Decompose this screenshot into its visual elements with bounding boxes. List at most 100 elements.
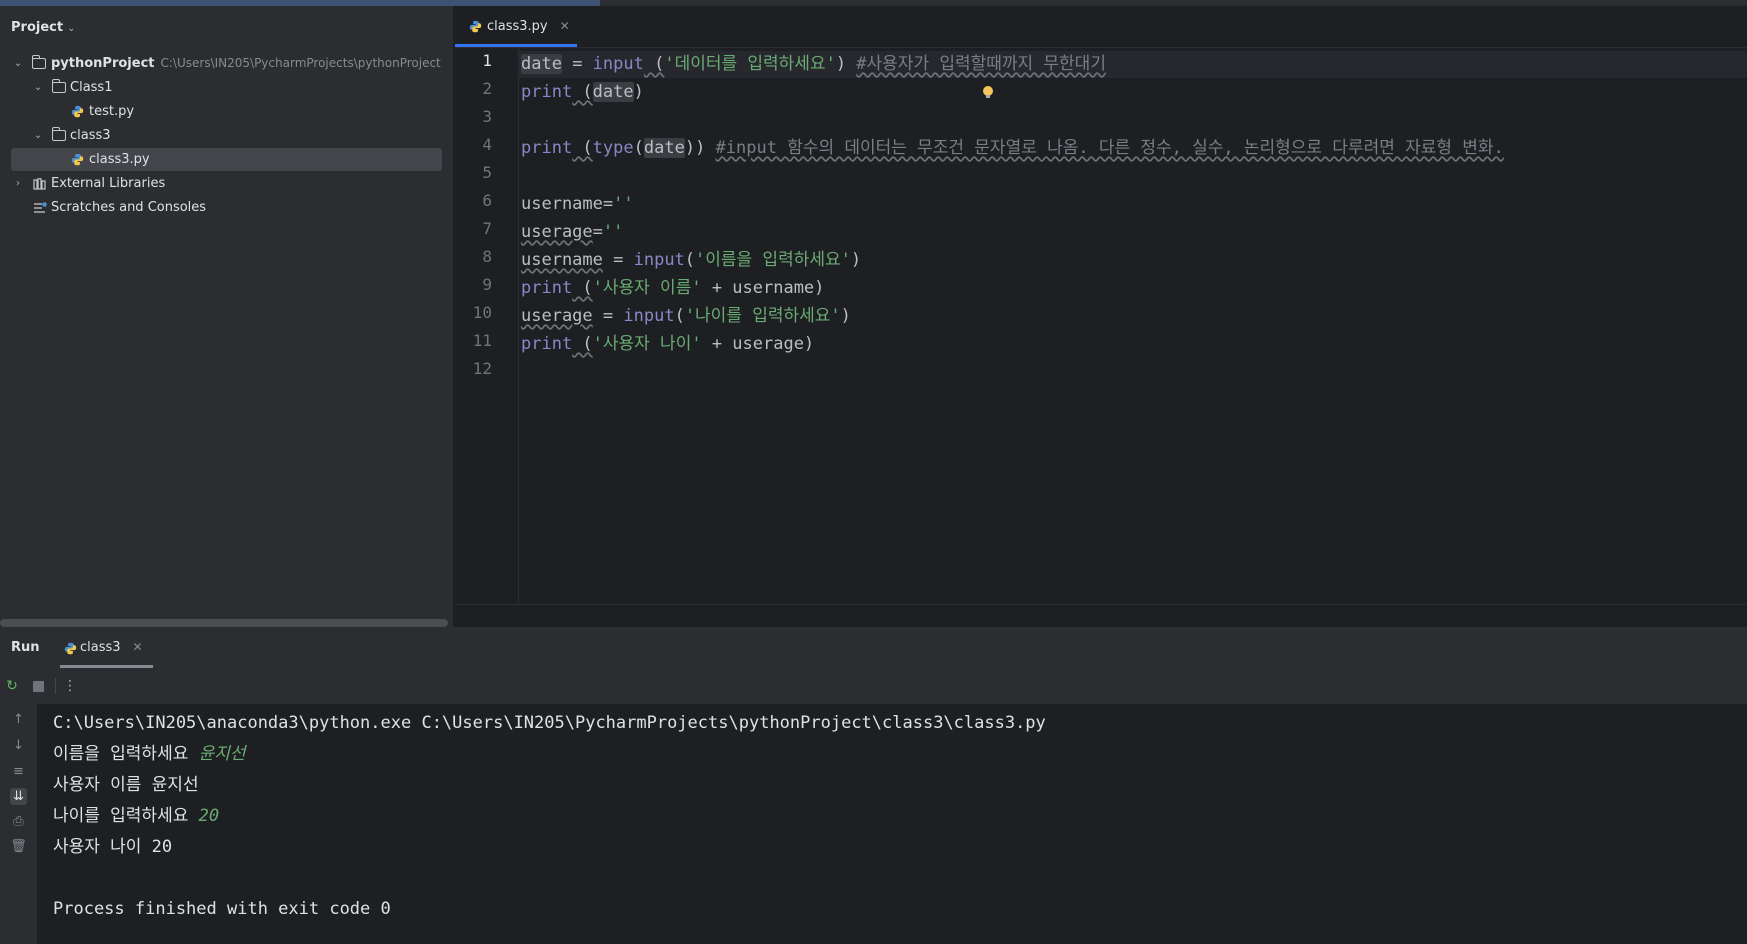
code-token: '이름을 입력하세요' — [695, 250, 851, 270]
code-line-11[interactable]: print ('사용자 나이' + userage) — [521, 332, 814, 356]
code-token: ) — [850, 250, 862, 270]
tree-item-class1[interactable]: ⌄ Class1 — [0, 76, 453, 99]
line-number: 8 — [482, 247, 492, 266]
chevron-right-icon[interactable]: › — [12, 172, 24, 195]
console-user-input: 윤지선 — [198, 744, 246, 764]
folder-icon — [52, 127, 66, 141]
horizontal-scrollbar[interactable] — [0, 619, 448, 627]
code-token: #input 함수의 데이터는 무조건 문자열로 나옴. 다른 정수, 실수, … — [715, 138, 1504, 158]
tree-label: class3 — [70, 128, 111, 143]
code-token: #사용자가 입력할때까지 무한대기 — [856, 54, 1106, 74]
python-file-icon — [71, 105, 84, 118]
chevron-down-icon[interactable]: ⌄ — [67, 23, 75, 34]
line-number: 6 — [482, 191, 492, 210]
trash-icon[interactable]: 🗑 — [10, 838, 27, 855]
line-number: 3 — [482, 107, 492, 126]
print-icon[interactable]: ⎙ — [10, 813, 27, 830]
chevron-down-icon[interactable]: ⌄ — [32, 76, 44, 99]
console-user-input: 20 — [198, 806, 220, 826]
code-token: ( — [684, 250, 696, 270]
line-number: 2 — [482, 79, 492, 98]
active-tab-indicator — [455, 44, 577, 47]
console-line: Process finished with exit code 0 — [53, 899, 391, 919]
scroll-to-end-icon[interactable]: ⇊ — [10, 788, 27, 805]
console-line: 나이를 입력하세요 20 — [53, 801, 1046, 832]
folder-icon — [32, 55, 46, 69]
editor-tab-class3-py[interactable]: class3.py ✕ — [465, 14, 570, 38]
line-number: 1 — [482, 51, 492, 70]
line-number: 9 — [482, 275, 492, 294]
more-options-icon[interactable]: ⋮ — [62, 678, 78, 694]
lightbulb-icon[interactable] — [983, 86, 993, 98]
code-line-7[interactable]: userage='' — [521, 220, 623, 244]
code-token: )) — [684, 138, 716, 158]
run-tab-label: class3 — [80, 640, 121, 655]
code-token: date — [592, 82, 634, 102]
code-token: = — [561, 54, 593, 74]
project-panel-header[interactable]: Project ⌄ — [11, 20, 75, 35]
chevron-down-icon[interactable]: ⌄ — [32, 124, 44, 147]
code-token: input — [633, 250, 685, 270]
code-token: date — [521, 54, 562, 74]
tree-item-scratches[interactable]: Scratches and Consoles — [0, 196, 453, 219]
arrow-down-icon[interactable]: ↓ — [10, 737, 27, 754]
code-token: ( — [572, 82, 593, 102]
editor-run-splitter[interactable] — [455, 604, 1747, 628]
code-line-2[interactable]: print (date) — [521, 80, 644, 104]
chevron-down-icon[interactable]: ⌄ — [12, 52, 24, 75]
close-icon[interactable]: ✕ — [560, 19, 570, 33]
code-token: '데이터를 입력하세요' — [664, 54, 836, 74]
code-token: ) — [840, 306, 851, 326]
console-prompt: 나이를 입력하세요 — [53, 806, 199, 826]
code-token: username — [521, 250, 603, 270]
run-tab-class3[interactable]: class3 ✕ — [62, 640, 143, 655]
project-header-label: Project — [11, 20, 64, 35]
code-token: input — [623, 306, 675, 326]
python-file-icon — [71, 153, 84, 166]
rerun-icon[interactable]: ↻ — [4, 678, 20, 694]
code-line-1[interactable]: date = input ('데이터를 입력하세요') #사용자가 입력할때까지… — [521, 52, 1106, 76]
tree-item-external-libraries[interactable]: › External Libraries — [0, 172, 453, 195]
line-number: 11 — [472, 331, 492, 350]
code-token: ) — [633, 82, 644, 102]
code-token: ) — [835, 54, 857, 74]
code-line-10[interactable]: userage = input('나이를 입력하세요') — [521, 304, 851, 328]
line-number: 7 — [482, 219, 492, 238]
tree-item-class3-py[interactable]: class3.py — [11, 148, 442, 171]
code-token: '사용자 이름' — [592, 278, 702, 298]
line-number-gutter: 1 2 3 4 5 6 7 8 9 10 11 12 — [455, 48, 519, 604]
code-line-4[interactable]: print (type(date)) #input 함수의 데이터는 무조건 문… — [521, 136, 1504, 160]
code-token: date — [643, 138, 685, 158]
tree-label: test.py — [89, 104, 135, 119]
run-panel-title: Run — [11, 640, 40, 655]
code-token: ( — [633, 138, 644, 158]
arrow-up-icon[interactable]: ↑ — [10, 711, 27, 728]
editor-area: class3.py ✕ 1 2 3 4 5 6 7 8 9 10 11 12 da… — [455, 6, 1747, 604]
soft-wrap-icon[interactable]: ≡ — [10, 763, 27, 780]
code-token: print — [521, 82, 573, 102]
console-output[interactable]: C:\Users\IN205\anaconda3\python.exe C:\U… — [53, 708, 1046, 925]
code-line-6[interactable]: username='' — [521, 192, 634, 216]
toolbar-separator — [55, 678, 56, 694]
code-token: = — [602, 194, 614, 214]
tree-item-pythonproject[interactable]: ⌄ pythonProject C:\Users\IN205\PycharmPro… — [0, 52, 453, 75]
tree-item-class3[interactable]: ⌄ class3 — [0, 124, 453, 147]
code-token: '' — [613, 194, 634, 214]
folder-icon — [52, 79, 66, 93]
console-line: C:\Users\IN205\anaconda3\python.exe C:\U… — [53, 713, 1046, 733]
tree-label: Class1 — [70, 80, 113, 95]
code-line-8[interactable]: username = input('이름을 입력하세요') — [521, 248, 861, 272]
code-token: username — [521, 194, 603, 214]
code-line-9[interactable]: print ('사용자 이름' + username) — [521, 276, 824, 300]
stop-icon[interactable] — [30, 678, 46, 694]
console-side-toolbar: ↑ ↓ ≡ ⇊ ⎙ 🗑 — [0, 704, 37, 944]
close-icon[interactable]: ✕ — [133, 640, 143, 654]
python-file-icon — [469, 20, 482, 33]
code-token: type — [592, 138, 634, 158]
scratches-icon — [34, 202, 47, 213]
tree-label: class3.py — [89, 152, 150, 167]
tree-item-test-py[interactable]: test.py — [0, 100, 453, 123]
python-file-icon — [64, 642, 77, 655]
code-token: userage — [521, 222, 593, 242]
